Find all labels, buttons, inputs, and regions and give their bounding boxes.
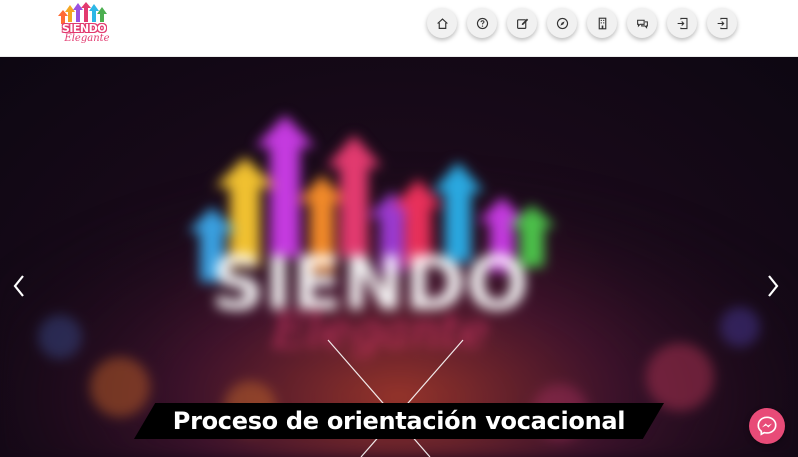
edit-icon [516,18,528,29]
logo-script-text: Elegante [64,33,110,44]
chevron-left-icon [13,275,24,297]
chat-icon [636,19,648,29]
nav-compass-button[interactable] [547,8,577,38]
help-circle-icon [476,17,488,29]
nav-help-button[interactable] [467,8,497,38]
messenger-chat-button[interactable] [749,408,785,444]
nav-chat-button[interactable] [627,8,657,38]
nav-building-button[interactable] [587,8,617,38]
hero-decor-lines [327,339,464,457]
nav-register-button[interactable] [707,8,737,38]
login-icon [717,17,727,29]
home-icon [436,17,448,29]
carousel-next-button[interactable] [758,271,788,301]
top-header: SIENDO Elegante [0,0,798,57]
chevron-right-icon [768,275,779,297]
hero-carousel: SIENDO Elegante Proceso de orientación v… [0,57,798,457]
hero-caption: Proceso de orientación vocacional [172,407,626,435]
nav-home-button[interactable] [427,8,457,38]
messenger-icon [757,416,777,436]
login-icon [677,17,687,29]
site-logo[interactable]: SIENDO Elegante [54,2,114,48]
nav-login-button[interactable] [667,8,697,38]
building-icon [598,17,606,29]
carousel-prev-button[interactable] [4,271,34,301]
compass-icon [556,17,568,29]
nav-edit-button[interactable] [507,8,537,38]
